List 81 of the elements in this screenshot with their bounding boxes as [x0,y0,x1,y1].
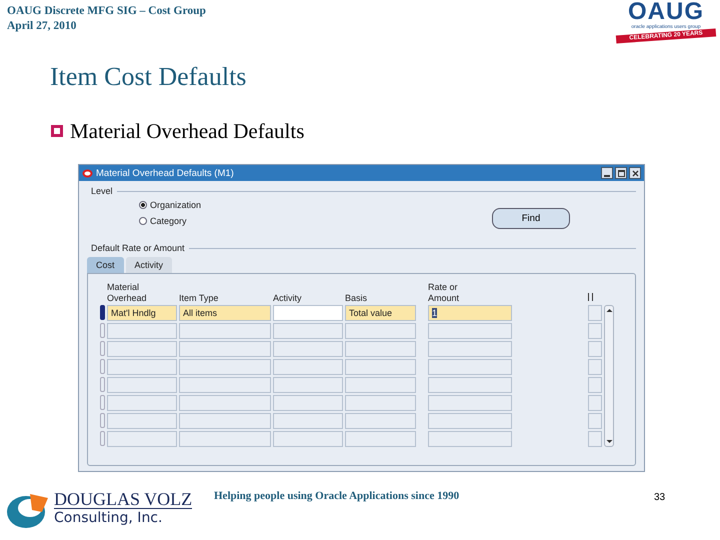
column-header: Basis [345,293,368,304]
table-cell[interactable] [428,431,512,447]
group-label: Level [91,186,113,196]
table-cell[interactable] [428,395,512,411]
tab[interactable]: Activity [126,257,172,273]
table-cell[interactable] [428,413,512,429]
table-cell[interactable] [428,359,512,375]
table-cell[interactable] [428,377,512,393]
table-cell[interactable] [588,431,602,447]
column-bracket-icon [588,293,593,301]
window-title: Material Overhead Defaults (M1) [96,168,235,178]
tab[interactable]: Cost [87,257,124,273]
page-number: 33 [654,492,666,503]
table-cell[interactable] [107,341,177,357]
table-cell[interactable] [273,395,343,411]
table-cell[interactable]: Mat'l Hndlg [107,305,177,321]
table-cell[interactable] [273,431,343,447]
radio-option[interactable]: Organization [139,200,202,210]
column-header: Activity [273,293,303,304]
table-cell[interactable] [588,413,602,429]
table-cell[interactable]: All items [179,305,271,321]
column-header: Rate or Amount [428,282,460,304]
table-cell[interactable]: 1 [428,305,512,321]
table-cell[interactable] [588,377,602,393]
app-icon [82,168,93,178]
table-cell[interactable] [107,359,177,375]
table-cell[interactable] [273,323,343,339]
footer-tagline: Helping people using Oracle Applications since 1990 [214,490,460,502]
radio-option[interactable]: Category [139,216,202,226]
table-cell[interactable] [345,359,416,375]
table-cell[interactable] [588,341,602,357]
table-cell[interactable] [107,323,177,339]
table-cell[interactable] [273,305,343,321]
column-header: Item Type [179,293,220,304]
up-arrow-icon[interactable] [606,308,612,313]
minimize-button[interactable] [601,167,613,179]
table-cell[interactable] [273,413,343,429]
maximize-button[interactable] [615,167,627,179]
table-cell[interactable] [345,341,416,357]
table-cell[interactable] [179,395,271,411]
bullet-text: Material Overhead Defaults [70,118,304,144]
table-cell[interactable] [179,431,271,447]
table-cell[interactable] [345,395,416,411]
table-cell[interactable] [107,413,177,429]
table-cell[interactable] [588,323,602,339]
table-cell[interactable] [428,323,512,339]
table-cell[interactable] [179,413,271,429]
table-cell[interactable] [588,359,602,375]
close-button[interactable] [629,167,641,179]
group-label: Default Rate or Amount [91,243,185,253]
table-cell[interactable] [179,377,271,393]
table-cell[interactable] [179,323,271,339]
down-arrow-icon[interactable] [606,439,612,444]
close-icon[interactable] [632,170,638,176]
table-cell[interactable] [273,341,343,357]
table-cell[interactable] [273,359,343,375]
company-name: DOUGLAS VOLZ [54,490,192,509]
table-cell[interactable] [345,323,416,339]
table-cell[interactable] [345,377,416,393]
column-header: Material Overhead [107,282,148,304]
table-cell[interactable]: Total value [345,305,416,321]
logo-wordmark: OAUG [627,0,705,24]
table-cell[interactable] [345,413,416,429]
table-cell[interactable] [179,341,271,357]
table-cell[interactable] [107,395,177,411]
table-cell[interactable] [588,395,602,411]
header-title: OAUG Discrete MFG SIG – Cost Group [7,4,206,19]
table-cell[interactable] [345,431,416,447]
header-date: April 27, 2010 [7,19,78,34]
square-bullet-icon [50,124,64,138]
company-subtitle: Consulting, Inc. [54,509,164,527]
slide-title: Item Cost Defaults [50,61,248,93]
table-cell[interactable] [107,377,177,393]
vertical-scrollbar[interactable] [604,305,614,447]
table-cell[interactable] [107,431,177,447]
table-cell[interactable] [428,341,512,357]
table-cell[interactable] [273,377,343,393]
table-cell[interactable] [179,359,271,375]
record-indicator[interactable] [100,305,105,320]
table-cell[interactable] [588,305,602,321]
find-button[interactable]: Find [492,208,570,229]
